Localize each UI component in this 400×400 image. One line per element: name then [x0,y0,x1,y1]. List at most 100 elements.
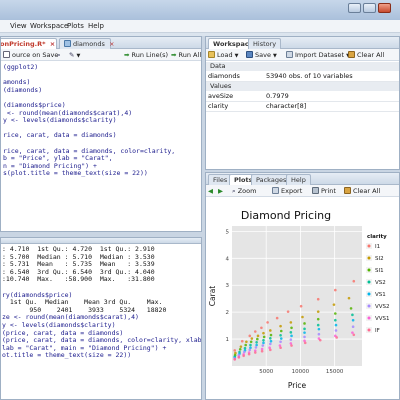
scatter-point [303,331,306,334]
scatter-point [260,349,264,353]
menu-view[interactable]: View [10,22,27,30]
scatter-point [317,332,321,336]
wand-icon: ✎ [69,51,75,59]
load-button[interactable]: Load ▼ [208,51,239,59]
zoom-icon: ⌕ [232,187,236,195]
scatter-point [351,318,355,322]
tab-history[interactable]: History [248,38,282,49]
broom-icon [348,51,355,58]
left-horizontal-splitter[interactable] [0,232,202,237]
scatter-point [239,345,243,348]
run-arrow-icon: ➡ [124,51,130,59]
zoom-label: Zoom [237,187,257,195]
vertical-splitter[interactable] [202,36,205,400]
scatter-point [243,350,246,354]
scatter-point [247,352,251,356]
close-button[interactable] [378,3,391,13]
editor-code-area[interactable]: (ggplot2) amonds) (diamonds) (diamonds$pric… [1,63,201,178]
scatter-point [260,326,263,330]
export-icon [272,187,279,194]
legend-entry: VS2 [375,280,386,286]
console-tabstrip [1,238,201,244]
clear-workspace-button[interactable]: Clear All [348,51,384,59]
source-on-save-label: ource on Save [12,51,59,59]
source-on-save-toggle[interactable]: ource on Save [3,51,58,59]
export-button[interactable]: Export [272,187,302,195]
tab-diamonds[interactable]: diamonds × [59,38,114,49]
code-tools-button[interactable]: ✎ ▼ [69,51,80,59]
legend: I1 SI2 SI1 VS2 VS1 VVS2 VVS1 IF [366,243,390,334]
x-axis-label: Price [288,381,307,390]
scatter-point [262,338,265,342]
scatter-point [351,313,354,317]
search-tool-button[interactable]: ⌕ [57,51,61,60]
arrow-right-icon: ▶ [218,187,223,195]
scatter-point [351,331,354,334]
scatter-point [254,346,258,349]
load-label: Load [217,51,233,59]
data-section-header: Data [206,62,399,71]
run-all-label: Run All [178,51,202,59]
legend-swatch [367,292,371,296]
run-all-button[interactable]: ➡ Run All [171,51,201,59]
legend-entry: VS1 [375,292,386,298]
legend-entry: VVS2 [375,304,390,310]
scatter-point [290,344,293,347]
scatter-point [262,341,265,345]
next-plot-button[interactable]: ▶ [218,187,223,195]
scatter-point [275,316,279,320]
menu-help[interactable]: Help [88,22,104,30]
scatter-point [289,321,293,324]
tab-pricing-script[interactable]: onPricing.R* × [1,38,57,49]
maximize-button[interactable] [363,3,376,13]
legend-swatch [367,280,371,284]
run-lines-button[interactable]: ➡ Run Line(s) [124,51,168,59]
menu-plots[interactable]: Plots [67,22,84,30]
menu-bar: View Workspace Plots Help [0,20,400,33]
prev-plot-button[interactable]: ◀ [208,187,213,195]
workspace-row-name[interactable]: diamonds [208,72,240,80]
scatter-point [286,310,290,313]
scatter-point [279,324,282,328]
console-pane: : 4.710 1st Qu.: 4.720 1st Qu.: 2.910: 5… [0,237,202,400]
scatter-point [334,312,337,315]
chevron-down-icon: ▼ [273,53,277,59]
x-tick-label: 5000 [259,369,273,375]
editor-tabstrip: onPricing.R* × diamonds × [1,37,201,49]
console-output[interactable]: : 4.710 1st Qu.: 4.720 1st Qu.: 2.910: 5… [1,245,201,360]
clear-plots-label: Clear All [353,187,381,195]
scatter-point [242,354,245,358]
y-axis-label: Carat [208,286,217,307]
scatter-point [256,337,259,341]
close-icon[interactable]: × [109,40,114,48]
scatter-point [269,342,272,346]
print-button[interactable]: Print [312,187,336,195]
plots-tabstrip: Files Plots Packages Help [206,173,399,185]
code-line: s(plot.title = theme_text(size = 22)) [3,169,148,178]
zoom-button[interactable]: ⌕ Zoom [232,187,256,196]
scatter-point [255,341,258,344]
close-icon[interactable]: × [50,40,55,48]
scatter-point [347,296,351,300]
scatter-point [299,304,303,308]
right-horizontal-splitter[interactable] [205,170,400,172]
workspace-row-value: 0.7979 [266,92,289,100]
scatter-point [334,323,338,327]
code-line: (diamonds) [3,85,43,94]
scatter-point [233,349,237,352]
import-icon [286,51,293,58]
legend-entry: SI1 [375,268,384,274]
scatter-point [303,341,307,345]
save-button[interactable]: Save ▼ [246,51,277,59]
scatter-point [318,338,322,342]
import-dataset-button[interactable]: Import Dataset ▼ [286,51,350,59]
minimize-button[interactable] [348,3,361,13]
clear-plots-button[interactable]: Clear All [344,187,380,195]
plots-toolbar: ◀ ▶ ⌕ Zoom Export Print Clear All [206,185,399,197]
workspace-row-name[interactable]: aveSize [208,92,233,100]
legend-swatch [367,316,371,320]
workspace-row-name[interactable]: clarity [208,102,228,110]
legend-entry: IF [375,328,380,334]
tab-help[interactable]: Help [286,174,311,185]
menu-workspace[interactable]: Workspace [30,22,68,30]
